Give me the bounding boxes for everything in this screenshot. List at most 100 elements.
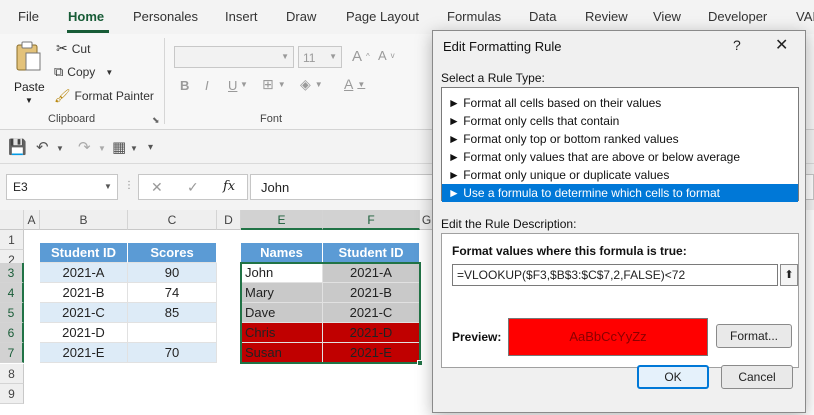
- table-cell[interactable]: 85: [128, 303, 217, 323]
- rule-type-item[interactable]: ► Format only values that are above or b…: [442, 148, 798, 166]
- tab-formulas[interactable]: Formulas: [447, 9, 501, 24]
- tab-review[interactable]: Review: [585, 9, 628, 24]
- table-cell[interactable]: 2021-A: [40, 263, 128, 283]
- help-icon[interactable]: ?: [733, 37, 741, 53]
- table-cell[interactable]: 2021-C: [323, 303, 420, 323]
- table-cell-highlighted[interactable]: Chris: [241, 323, 323, 343]
- tab-home[interactable]: Home: [68, 9, 104, 24]
- row-header-6[interactable]: 6: [0, 323, 24, 343]
- borders-icon[interactable]: ⊞ ▼: [262, 76, 286, 93]
- font-color-icon[interactable]: A ▼: [344, 76, 365, 92]
- tab-vai[interactable]: VAI: [796, 9, 814, 24]
- underline-button[interactable]: U: [228, 78, 237, 93]
- save-icon[interactable]: 💾: [8, 138, 27, 156]
- table-cell-highlighted[interactable]: Susan: [241, 343, 323, 363]
- table-cell[interactable]: 2021-E: [40, 343, 128, 363]
- name-box[interactable]: E3: [6, 174, 118, 200]
- rule-type-item[interactable]: ► Format only cells that contain: [442, 112, 798, 130]
- cut-button[interactable]: ✂ Cut: [56, 40, 90, 57]
- fill-handle[interactable]: [417, 360, 423, 366]
- group-separator: [164, 38, 165, 124]
- increase-font-size-icon[interactable]: A ^: [352, 48, 370, 65]
- ok-button[interactable]: OK: [637, 365, 709, 389]
- paste-button[interactable]: Paste ▼: [8, 40, 48, 108]
- row-header-9[interactable]: 9: [0, 384, 24, 404]
- copy-icon: ⧉: [54, 64, 64, 79]
- collapse-dialog-button[interactable]: ⬆: [780, 264, 798, 286]
- table-style-icon[interactable]: ▦: [112, 138, 126, 156]
- table-header-names[interactable]: Names: [241, 243, 323, 263]
- rule-type-item-selected[interactable]: ► Use a formula to determine which cells…: [442, 184, 798, 202]
- column-header-b[interactable]: B: [40, 210, 128, 230]
- tab-draw[interactable]: Draw: [286, 9, 316, 24]
- table-cell[interactable]: Dave: [241, 303, 323, 323]
- cancel-icon[interactable]: ✕: [151, 179, 163, 196]
- table-header-scores[interactable]: Scores: [128, 243, 217, 263]
- paste-label: Paste: [14, 80, 45, 94]
- tab-file[interactable]: File: [18, 9, 39, 24]
- font-size-select[interactable]: 11 ▼: [298, 46, 342, 68]
- chevron-down-icon[interactable]: ▼: [56, 144, 64, 153]
- table-cell[interactable]: 2021-A: [323, 263, 420, 283]
- column-header-a[interactable]: A: [24, 210, 40, 230]
- table-cell-highlighted[interactable]: 2021-D: [323, 323, 420, 343]
- row-header-5[interactable]: 5: [0, 303, 24, 323]
- decrease-font-size-icon[interactable]: Av: [378, 48, 395, 63]
- column-header-e[interactable]: E: [241, 210, 323, 230]
- font-name-select[interactable]: ▼: [174, 46, 294, 68]
- table-cell-active[interactable]: John: [241, 263, 323, 283]
- rule-formula-input[interactable]: =VLOOKUP($F3,$B$3:$C$7,2,FALSE)<72: [452, 264, 778, 286]
- row-header-1[interactable]: 1: [0, 230, 24, 250]
- column-header-c[interactable]: C: [128, 210, 217, 230]
- redo-icon[interactable]: ↷: [78, 138, 91, 156]
- tab-data[interactable]: Data: [529, 9, 556, 24]
- table-cell[interactable]: 70: [128, 343, 217, 363]
- table-cell[interactable]: 2021-C: [40, 303, 128, 323]
- select-all-corner[interactable]: [0, 210, 24, 230]
- customize-qat-icon[interactable]: ▾: [148, 142, 153, 153]
- bold-button[interactable]: B: [180, 78, 189, 93]
- rule-type-item[interactable]: ► Format only unique or duplicate values: [442, 166, 798, 184]
- column-header-d[interactable]: D: [217, 210, 241, 230]
- table-cell[interactable]: 2021-B: [40, 283, 128, 303]
- italic-button[interactable]: I: [205, 78, 209, 93]
- table-cell[interactable]: Mary: [241, 283, 323, 303]
- table-cell[interactable]: [128, 323, 217, 343]
- row-header-8[interactable]: 8: [0, 364, 24, 384]
- insert-function-icon[interactable]: fx: [223, 179, 235, 194]
- format-painter-button[interactable]: 🖌 Format Painter: [54, 88, 154, 104]
- chevron-down-icon[interactable]: ▼: [240, 80, 248, 89]
- cancel-button[interactable]: Cancel: [721, 365, 793, 389]
- enter-icon[interactable]: ✓: [187, 179, 199, 196]
- table-cell[interactable]: 74: [128, 283, 217, 303]
- tab-insert[interactable]: Insert: [225, 9, 258, 24]
- table-cell-highlighted[interactable]: 2021-E: [323, 343, 420, 363]
- dialog-launcher-icon[interactable]: ⬊: [152, 115, 160, 126]
- rule-type-item[interactable]: ► Format only top or bottom ranked value…: [442, 130, 798, 148]
- table-cell[interactable]: 2021-B: [323, 283, 420, 303]
- format-button[interactable]: Format...: [716, 324, 792, 348]
- name-box-dropdown-icon[interactable]: ▼: [104, 182, 112, 191]
- undo-icon[interactable]: ↶: [36, 138, 49, 156]
- rule-type-list[interactable]: ► Format all cells based on their values…: [441, 87, 799, 202]
- table-cell[interactable]: 90: [128, 263, 217, 283]
- fill-color-icon[interactable]: ◈ ▼: [300, 76, 323, 93]
- tab-personales[interactable]: Personales: [133, 9, 198, 24]
- tab-developer[interactable]: Developer: [708, 9, 767, 24]
- row-header-4[interactable]: 4: [0, 283, 24, 303]
- chevron-down-icon[interactable]: ▼: [98, 144, 106, 153]
- table-header-student-id[interactable]: Student ID: [323, 243, 420, 263]
- tab-view[interactable]: View: [653, 9, 681, 24]
- copy-button[interactable]: ⧉ Copy ▼: [54, 64, 113, 80]
- close-icon[interactable]: ✕: [775, 35, 788, 55]
- font-group-label: Font: [260, 113, 283, 125]
- chevron-down-icon[interactable]: ▼: [130, 144, 138, 153]
- rule-type-item[interactable]: ► Format all cells based on their values: [442, 94, 798, 112]
- table-header-student-id[interactable]: Student ID: [40, 243, 128, 263]
- table-cell[interactable]: 2021-D: [40, 323, 128, 343]
- row-header-7[interactable]: 7: [0, 343, 24, 363]
- tab-page-layout[interactable]: Page Layout: [346, 9, 419, 24]
- row-header-3[interactable]: 3: [0, 263, 24, 283]
- preview-label: Preview:: [452, 330, 502, 344]
- column-header-f[interactable]: F: [323, 210, 420, 230]
